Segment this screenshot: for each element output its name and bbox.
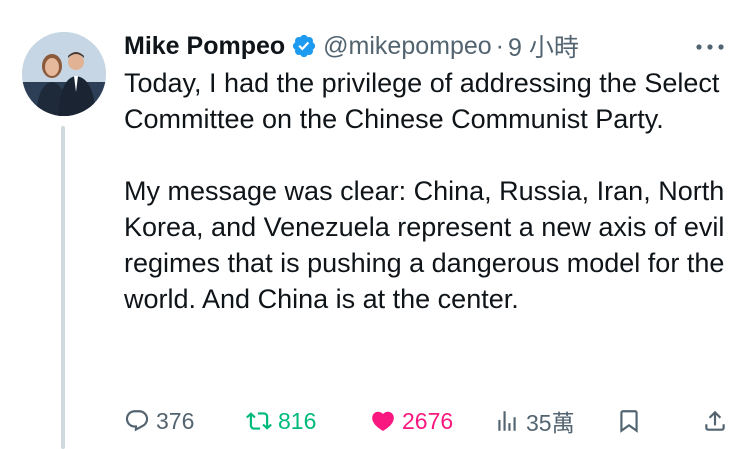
separator-dot: ·	[495, 31, 504, 60]
views-button[interactable]: 35萬	[494, 404, 575, 438]
like-count: 2676	[402, 407, 454, 434]
retweet-button[interactable]: 816	[246, 404, 316, 438]
thread-line	[61, 126, 65, 449]
verified-badge-icon	[291, 33, 317, 59]
author-handle[interactable]: @mikepompeo	[323, 32, 492, 61]
bookmark-button[interactable]	[616, 404, 648, 438]
tweet-paragraph: Today, I had the privilege of addressing…	[124, 68, 720, 134]
author-name[interactable]: Mike Pompeo	[124, 32, 285, 61]
retweet-count: 816	[278, 407, 317, 434]
views-count: 35萬	[526, 410, 575, 436]
like-icon	[372, 411, 394, 431]
avatar-photo	[22, 32, 106, 116]
reply-count: 376	[156, 407, 195, 434]
views-icon	[498, 411, 516, 431]
avatar[interactable]	[22, 32, 106, 116]
tweet-header: Mike Pompeo @mikepompeo · 9 小時	[124, 28, 730, 64]
tweet-text: Today, I had the privilege of addressing…	[124, 65, 734, 317]
reply-icon	[125, 410, 149, 432]
retweet-icon	[246, 412, 272, 430]
action-bar: 376 816 2676 35萬	[124, 404, 734, 438]
more-options-icon[interactable]	[690, 32, 730, 62]
bookmark-icon	[620, 410, 638, 433]
share-icon	[705, 410, 725, 431]
tweet-paragraph: My message was clear: China, Russia, Ira…	[124, 176, 725, 314]
reply-button[interactable]: 376	[124, 404, 194, 438]
tweet-card[interactable]: Mike Pompeo @mikepompeo · 9 小時 Today, I …	[0, 0, 750, 449]
share-button[interactable]	[702, 404, 734, 438]
timestamp[interactable]: 9 小時	[508, 28, 579, 64]
like-button[interactable]: 2676	[370, 404, 453, 438]
